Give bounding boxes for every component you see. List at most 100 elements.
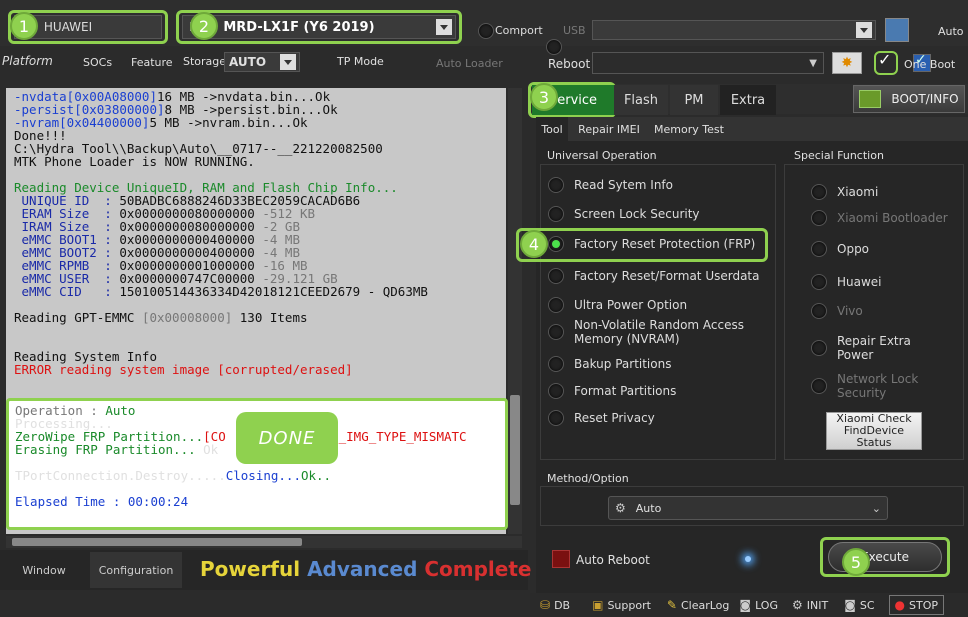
op-label: Reset Privacy [574, 411, 655, 425]
stop-button[interactable]: ● STOP [888, 595, 944, 615]
sparkle-icon [745, 556, 751, 562]
model-select[interactable]: M MRD-LX1F (Y6 2019) [182, 15, 456, 39]
radio[interactable] [811, 241, 827, 257]
chevron-down-icon[interactable] [436, 19, 452, 35]
log-hscroll-thumb[interactable] [12, 538, 302, 546]
op-factory-reset[interactable]: Factory Reset/Format Userdata [548, 268, 759, 284]
auto-reboot-checkbox[interactable] [552, 550, 570, 568]
log-segment: Ok.. [300, 468, 332, 483]
gear-icon[interactable]: ✸ [832, 52, 862, 74]
subtab-repair-imei[interactable]: Repair IMEI [574, 117, 644, 141]
radio [811, 303, 827, 319]
brand-value: HUAWEI [43, 20, 93, 34]
configuration-tab[interactable]: Configuration [90, 552, 182, 588]
boot-info-button[interactable]: BOOT/INFO [853, 85, 965, 113]
chevron-down-icon[interactable] [856, 22, 872, 38]
done-callout: DONE [236, 412, 338, 464]
init-button[interactable]: ⚙ INIT [792, 598, 828, 612]
op-read-system-info[interactable]: Read Sytem Info [548, 177, 673, 193]
op-label: Read Sytem Info [574, 178, 673, 192]
broom-icon: ✎ [666, 598, 677, 612]
log-segment: MTK Phone Loader is NOW RUNNING. [14, 154, 255, 169]
reboot-select[interactable]: ▼ [592, 52, 824, 74]
radio[interactable] [548, 410, 564, 426]
storage-select[interactable]: AUTO [224, 52, 300, 72]
chevron-down-icon[interactable] [280, 54, 296, 70]
radio[interactable] [548, 206, 564, 222]
slogan-complete: Complete [424, 557, 532, 581]
radio[interactable] [811, 184, 827, 200]
radio[interactable] [548, 324, 564, 340]
sf-vivo: Vivo [811, 303, 863, 319]
sf-oppo[interactable]: Oppo [811, 241, 869, 257]
db-button[interactable]: ⛁ DB [540, 598, 570, 612]
window-tab[interactable]: Window [0, 552, 88, 588]
clearlog-button[interactable]: ✎ ClearLog [667, 598, 729, 612]
radio-selected[interactable] [548, 236, 564, 252]
log-line: ERROR reading system image [corrupted/er… [14, 363, 498, 376]
log-segment: [0x00008000] [141, 310, 233, 325]
universal-title: Universal Operation [547, 149, 657, 162]
op-nvram[interactable]: Non-Volatile Random Access Memory (NVRAM… [548, 318, 748, 346]
sc-button[interactable]: ◙ SC [844, 598, 874, 612]
op-backup-partitions[interactable]: Bakup Partitions [548, 356, 671, 372]
radio[interactable] [548, 177, 564, 193]
op-reset-privacy[interactable]: Reset Privacy [548, 410, 655, 426]
refresh-icon[interactable] [885, 18, 909, 42]
radio[interactable] [548, 297, 564, 313]
xiaomi-check-button[interactable]: Xiaomi Check FindDevice Status [826, 412, 922, 450]
subtab-tool[interactable]: Tool [536, 117, 568, 141]
op-ultra-power[interactable]: Ultra Power Option [548, 297, 687, 313]
chevron-down-icon[interactable]: ▼ [809, 58, 817, 69]
usb-radio[interactable] [546, 39, 562, 55]
method-select[interactable]: ⚙ Auto ⌄ [608, 496, 888, 520]
sf-xiaomi[interactable]: Xiaomi [811, 184, 878, 200]
tab-extra[interactable]: Extra [720, 85, 776, 115]
chip-icon [859, 90, 882, 108]
radio[interactable] [811, 340, 827, 356]
tab-pm[interactable]: PM [670, 85, 718, 115]
method-title: Method/Option [547, 472, 629, 485]
log-segment: 130 Items [232, 310, 308, 325]
op-screen-lock[interactable]: Screen Lock Security [548, 206, 700, 222]
check-icon: ✓ [878, 50, 892, 69]
log-line: Reading GPT-EMMC [0x00008000] 130 Items [14, 311, 498, 324]
radio[interactable] [548, 383, 564, 399]
subtab-memory-test[interactable]: Memory Test [648, 117, 730, 141]
support-button[interactable]: ▣ Support [592, 598, 651, 612]
log-button[interactable]: ◙ LOG [739, 598, 778, 612]
sf-repair-extra-power[interactable]: Repair Extra Power [811, 334, 921, 362]
radio[interactable] [811, 274, 827, 290]
support-icon: ▣ [592, 598, 604, 612]
log-scroll-thumb[interactable] [510, 395, 520, 505]
comport-label: Comport [495, 24, 543, 37]
op-label: Screen Lock Security [574, 207, 700, 221]
port-select[interactable] [592, 20, 876, 40]
log-segment: Elapsed Time : 00:00:24 [15, 494, 189, 509]
comport-radio[interactable] [478, 23, 494, 39]
gear-icon: ⚙ [615, 501, 626, 515]
chevron-down-icon[interactable]: ⌄ [872, 502, 881, 515]
tab-flash[interactable]: Flash [614, 85, 668, 115]
badge-3: 3 [530, 83, 558, 111]
boot-info-label: BOOT/INFO [891, 92, 959, 106]
log-line: Elapsed Time : 00:00:24 [15, 495, 499, 508]
sf-label: Vivo [837, 304, 863, 318]
feature-label: Feature [131, 56, 173, 69]
one-boot-checkbox[interactable]: ✓ [874, 50, 898, 75]
sf-label: Repair Extra Power [837, 334, 911, 362]
badge-5: 5 [842, 548, 870, 576]
op-format-partitions[interactable]: Format Partitions [548, 383, 676, 399]
op-label: Factory Reset Protection (FRP) [574, 237, 756, 251]
log-segment: Closing... [225, 468, 301, 483]
storage-label: Storage [183, 55, 227, 68]
log-segment: eMMC CID : [14, 284, 120, 299]
log-label: LOG [755, 598, 778, 612]
op-frp[interactable]: Factory Reset Protection (FRP) [548, 236, 755, 252]
sf-huawei[interactable]: Huawei [811, 274, 882, 290]
sf-label: Xiaomi [837, 185, 879, 199]
sf-label: Oppo [837, 242, 870, 256]
sf-label: Xiaomi Bootloader [837, 211, 948, 225]
radio[interactable] [548, 268, 564, 284]
radio[interactable] [548, 356, 564, 372]
